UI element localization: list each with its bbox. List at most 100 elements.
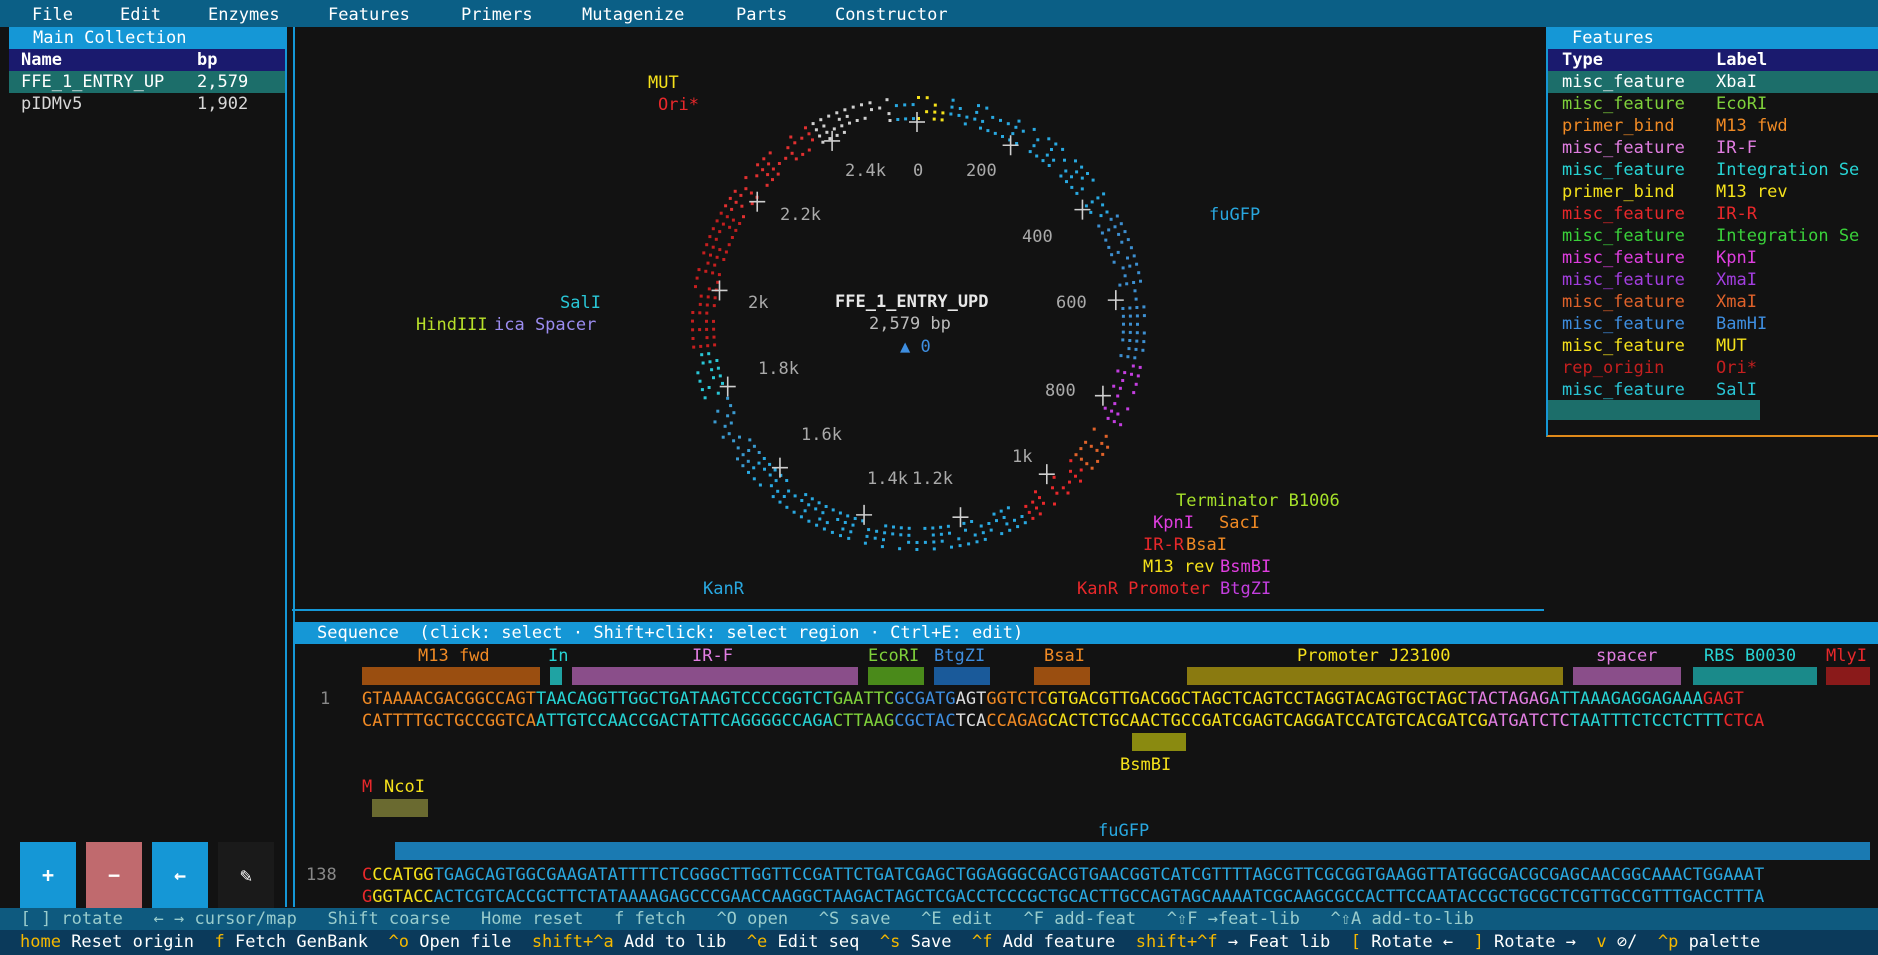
feature-bar-mlyi[interactable] xyxy=(1826,667,1870,685)
collection-row[interactable]: pIDMv5 1,902 xyxy=(9,93,285,115)
feature-row[interactable]: misc_feature EcoRI xyxy=(1548,93,1878,115)
seq-label-ecori: EcoRI xyxy=(868,646,919,666)
feature-label: IR-F xyxy=(1716,137,1757,159)
feature-row[interactable]: misc_feature BamHI xyxy=(1548,313,1878,335)
key-binding-desc: palette xyxy=(1678,932,1760,952)
feature-type: misc_feature xyxy=(1562,93,1685,115)
key-binding-desc: Rotate → xyxy=(1484,932,1597,952)
menu-mutagenize[interactable]: Mutagenize xyxy=(582,5,684,25)
remove-button[interactable]: − xyxy=(86,842,142,908)
feature-row[interactable]: misc_feature XbaI xyxy=(1548,71,1878,93)
feature-bar-bsai[interactable] xyxy=(1034,667,1090,685)
feature-row[interactable]: misc_feature KpnI xyxy=(1548,247,1878,269)
menu-file[interactable]: File xyxy=(32,5,73,25)
tick-label: 1.6k xyxy=(801,425,842,445)
collection-row[interactable]: FFE_1_ENTRY_UP 2,579 xyxy=(9,71,285,93)
feature-bar-bsmbi[interactable] xyxy=(1132,733,1186,751)
map-label-kanr-promoter: KanR Promoter xyxy=(1077,579,1210,599)
feature-row[interactable]: misc_feature MUT xyxy=(1548,335,1878,357)
feature-label: SalI xyxy=(1716,379,1757,401)
feature-row[interactable]: misc_feature XmaI xyxy=(1548,269,1878,291)
seq-label-bsmbi: BsmBI xyxy=(1120,755,1171,775)
key-binding-desc: Save xyxy=(900,932,972,952)
feature-bar-m13fwd[interactable] xyxy=(362,667,540,685)
seq-label-fugfp: fuGFP xyxy=(1098,821,1149,841)
feature-label: XmaI xyxy=(1716,291,1757,313)
key-binding-key: shift+^a xyxy=(532,932,614,952)
feature-bar-ncoi[interactable] xyxy=(372,799,428,817)
features-list: misc_feature XbaI misc_feature EcoRI primer_… xyxy=(1548,71,1878,401)
map-sequence-name: FFE_1_ENTRY_UPD xyxy=(835,292,989,312)
key-binding-key: ^s xyxy=(880,932,900,952)
origin-marker: ▲ 0 xyxy=(900,337,931,357)
tick-label: 800 xyxy=(1045,381,1076,401)
key-binding-key: f xyxy=(214,932,224,952)
tick-label: 0 xyxy=(913,161,923,181)
feature-row[interactable]: misc_feature SalI xyxy=(1548,379,1878,401)
feature-bar-fugfp[interactable] xyxy=(395,842,1870,860)
feature-type: misc_feature xyxy=(1562,137,1685,159)
features-scrollbar[interactable] xyxy=(1548,400,1760,420)
feature-label: Ori* xyxy=(1716,357,1757,379)
key-binding-key: shift+^f xyxy=(1136,932,1218,952)
tick-label: 2.4k xyxy=(845,161,886,181)
sequence-panel-title: Sequence (click: select · Shift+click: s… xyxy=(295,622,1878,644)
feature-type: misc_feature xyxy=(1562,159,1685,181)
map-label-spacer: ica Spacer xyxy=(494,315,596,335)
feature-bar-rbs[interactable] xyxy=(1693,667,1817,685)
feature-type: misc_feature xyxy=(1562,379,1685,401)
menu-features[interactable]: Features xyxy=(328,5,410,25)
label-column-header: Label xyxy=(1716,49,1767,71)
feature-type: misc_feature xyxy=(1562,225,1685,247)
key-binding-desc: Reset origin xyxy=(61,932,215,952)
feature-row[interactable]: rep_origin Ori* xyxy=(1548,357,1878,379)
menu-edit[interactable]: Edit xyxy=(120,5,161,25)
key-binding-key: ^e xyxy=(747,932,767,952)
shortcut-hints: [ ] rotate ← → cursor/map Shift coarse H… xyxy=(0,908,1878,930)
map-label-kpni: KpnI xyxy=(1153,513,1194,533)
menu-primers[interactable]: Primers xyxy=(461,5,533,25)
feature-row[interactable]: misc_feature XmaI xyxy=(1548,291,1878,313)
sequence-top-strand[interactable]: GTAAAACGACGGCCAGTTAACAGGTTGGCTGATAAGTCCC… xyxy=(362,689,1744,709)
feature-bar-btgzi[interactable] xyxy=(934,667,990,685)
seq-label-bsai: BsaI xyxy=(1044,646,1085,666)
key-binding-desc: Fetch GenBank xyxy=(225,932,389,952)
feature-type: misc_feature xyxy=(1562,291,1685,313)
menu-enzymes[interactable]: Enzymes xyxy=(208,5,280,25)
edit-button[interactable]: ✎ xyxy=(218,842,274,908)
sequence-bottom-strand[interactable]: CATTTTGCTGCCGGTCAATTGTCCAACCGACTATTCAGGG… xyxy=(362,711,1764,731)
feature-row[interactable]: misc_feature IR-F xyxy=(1548,137,1878,159)
key-binding-desc: → Feat lib xyxy=(1218,932,1351,952)
map-label-m13rev: M13 rev xyxy=(1143,557,1215,577)
feature-label: BamHI xyxy=(1716,313,1767,335)
tick-label: 200 xyxy=(966,161,997,181)
map-label-bsai: BsaI xyxy=(1186,535,1227,555)
key-binding-desc: Edit seq xyxy=(767,932,880,952)
back-button[interactable]: ← xyxy=(152,842,208,908)
tick-label: 1.4k xyxy=(867,469,908,489)
seq-label-m: M xyxy=(362,777,372,797)
map-label-terminator: Terminator B1006 xyxy=(1176,491,1340,511)
sequence-bp: 1,902 xyxy=(197,93,248,115)
feature-row[interactable]: primer_bind M13 fwd xyxy=(1548,115,1878,137)
feature-bar-ecori[interactable] xyxy=(868,667,924,685)
map-label-mut: MUT xyxy=(648,73,679,93)
feature-row[interactable]: misc_feature IR-R xyxy=(1548,203,1878,225)
feature-type: misc_feature xyxy=(1562,269,1685,291)
feature-bar-promoter[interactable] xyxy=(1187,667,1563,685)
feature-bar-spacer[interactable] xyxy=(1573,667,1681,685)
menu-parts[interactable]: Parts xyxy=(736,5,787,25)
feature-row[interactable]: misc_feature Integration Se xyxy=(1548,159,1878,181)
map-label-btgzi: BtgZI xyxy=(1220,579,1271,599)
feature-bar-integration[interactable] xyxy=(550,667,562,685)
sequence-bottom-strand[interactable]: GGGTACCACTCGTCACCGCTTCTATAAAAGAGCCCGAACC… xyxy=(362,887,1764,907)
seq-label-integration: In xyxy=(548,646,568,666)
add-button[interactable]: + xyxy=(20,842,76,908)
feature-row[interactable]: misc_feature Integration Se xyxy=(1548,225,1878,247)
menu-constructor[interactable]: Constructor xyxy=(835,5,948,25)
feature-label: Integration Se xyxy=(1716,225,1859,247)
sequence-top-strand[interactable]: CCCATGGTGAGCAGTGGCGAAGATATTTTCTCGGGCTTGG… xyxy=(362,865,1764,885)
feature-row[interactable]: primer_bind M13 rev xyxy=(1548,181,1878,203)
feature-bar-irf[interactable] xyxy=(572,667,858,685)
features-title: Features xyxy=(1548,27,1878,49)
